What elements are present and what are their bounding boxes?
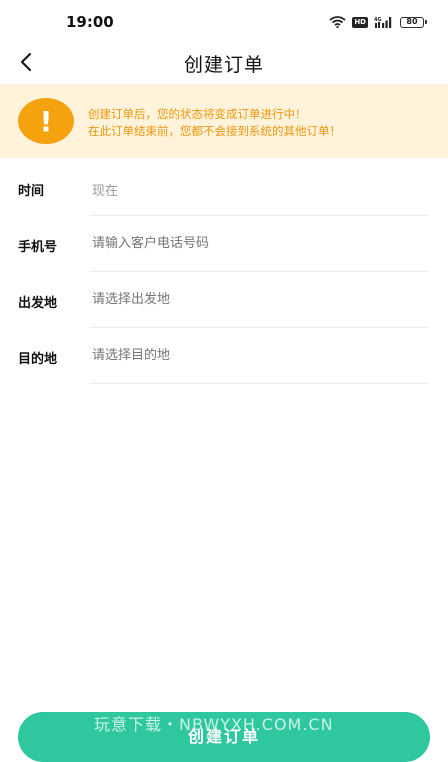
page-title: 创建订单 <box>183 54 264 76</box>
phone-label: 手机号 <box>18 240 58 255</box>
wifi-icon <box>329 13 346 32</box>
notice-line-1: 创建订单后，您的状态将变成订单进行中！ <box>88 107 307 121</box>
status-icons: HD 4G 80 <box>329 13 427 32</box>
nav-bar: 创建订单 <box>0 44 448 82</box>
battery-icon: 80 <box>400 16 427 28</box>
status-bar: 19:00 HD 4G 80 <box>0 0 448 44</box>
hd-icon: HD <box>352 16 368 28</box>
divider <box>90 383 428 384</box>
status-time: 19:00 <box>66 13 114 31</box>
time-value[interactable]: 现在 <box>92 180 412 199</box>
warning-glyph: ! <box>39 104 53 138</box>
origin-select[interactable] <box>92 292 412 307</box>
destination-label: 目的地 <box>18 352 58 367</box>
notice-line-2: 在此订单结束前，您都不会接到系统的其他订单！ <box>88 124 341 138</box>
form-row-destination[interactable]: 目的地 <box>0 328 448 384</box>
origin-label: 出发地 <box>18 296 58 311</box>
form-row-origin[interactable]: 出发地 <box>0 272 448 328</box>
notice-banner: ! 创建订单后，您的状态将变成订单进行中！ 在此订单结束前，您都不会接到系统的其… <box>0 84 448 158</box>
form-row-time[interactable]: 时间 现在 <box>0 160 448 216</box>
time-label: 时间 <box>18 184 45 199</box>
warning-icon: ! <box>18 98 74 144</box>
phone-input[interactable] <box>92 236 412 251</box>
battery-level: 80 <box>406 17 418 26</box>
order-form: 时间 现在 手机号 出发地 目的地 <box>0 160 448 384</box>
signal-icon: 4G <box>374 13 394 32</box>
create-order-button[interactable]: 创建订单 <box>18 712 430 762</box>
destination-select[interactable] <box>92 348 412 363</box>
notice-text: 创建订单后，您的状态将变成订单进行中！ 在此订单结束前，您都不会接到系统的其他订… <box>88 106 341 140</box>
svg-text:4G: 4G <box>374 17 382 23</box>
form-row-phone: 手机号 <box>0 216 448 272</box>
